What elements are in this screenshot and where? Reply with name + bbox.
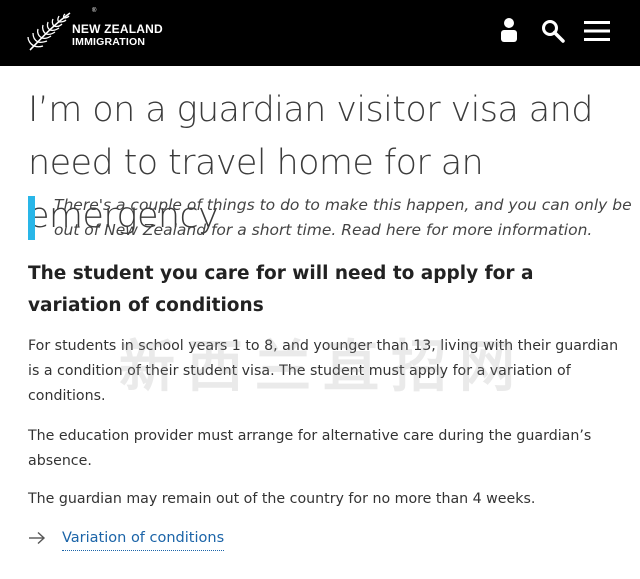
search-icon[interactable] [538, 16, 568, 46]
menu-icon[interactable] [582, 16, 612, 46]
paragraph-school-years: For students in school years 1 to 8, and… [28, 338, 619, 404]
paragraph-alternative-care: The education provider must arrange for … [28, 428, 592, 469]
arrow-right-icon [29, 531, 46, 545]
logo-line2: IMMIGRATION [72, 36, 146, 48]
logo-wordmark[interactable]: NEW ZEALAND IMMIGRATION [72, 23, 163, 48]
silver-fern-icon [27, 12, 71, 51]
logo-line1: NEW ZEALAND [72, 22, 163, 36]
paragraph-four-weeks: The guardian may remain out of the count… [28, 491, 536, 507]
top-navigation-bar: ® NEW ZEALAND IMMIGRATION [0, 0, 640, 66]
intro-callout: There's a couple of things to do to make… [28, 193, 632, 245]
user-icon[interactable] [494, 16, 524, 46]
callout-accent-bar [28, 196, 35, 240]
intro-text: There's a couple of things to do to make… [54, 196, 632, 239]
variation-of-conditions-link[interactable]: Variation of conditions [62, 526, 225, 551]
section-heading: The student you care for will need to ap… [28, 263, 534, 316]
registered-mark: ® [92, 8, 97, 14]
